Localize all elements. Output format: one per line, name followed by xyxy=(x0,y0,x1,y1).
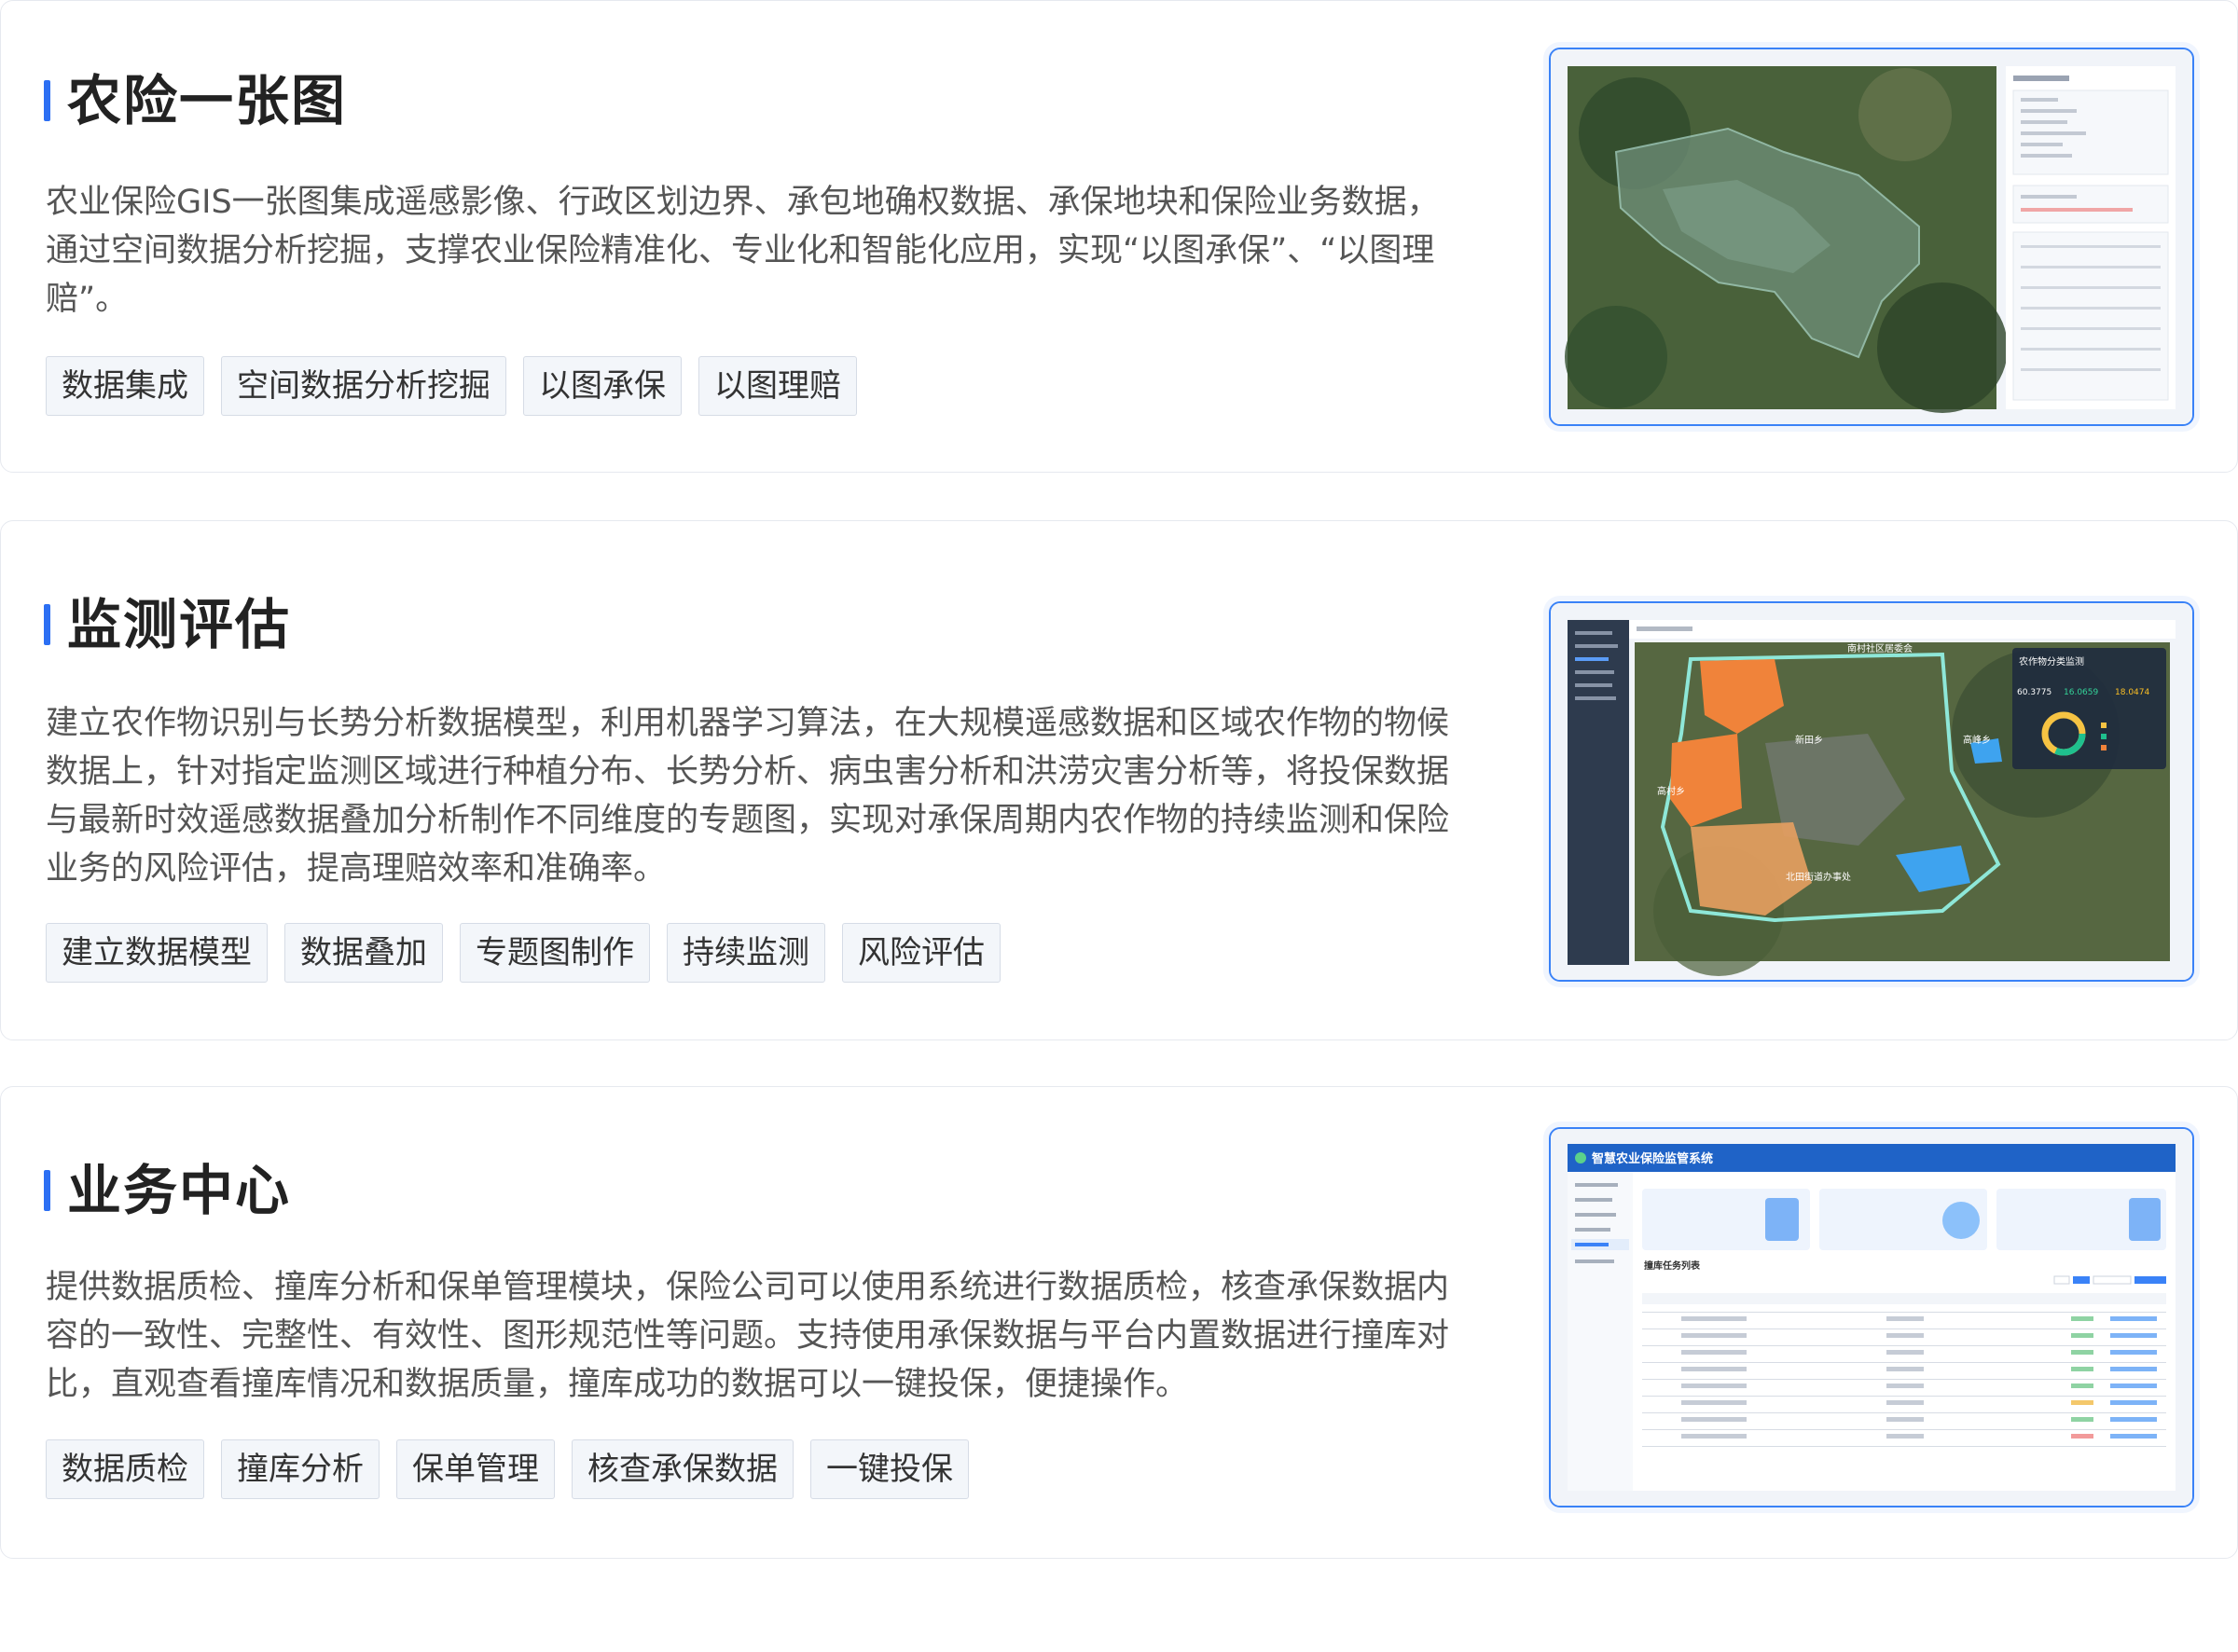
tag-spatial-analysis[interactable]: 空间数据分析挖掘 xyxy=(221,356,506,416)
section-card-monitoring: 监测评估 建立农作物识别与长势分析数据模型，利用机器学习算法，在大规模遥感数据和… xyxy=(0,520,2238,1040)
title-accent-bar xyxy=(44,604,50,645)
tag-thematic-map[interactable]: 专题图制作 xyxy=(460,923,650,983)
section-description: 提供数据质检、撞库分析和保单管理模块，保险公司可以使用系统进行数据质检，核查承保… xyxy=(46,1269,1450,1403)
business-system-preview: 智慧农业保险监管系统 撞库任务列表 xyxy=(1551,1129,2192,1506)
section-title: 农险一张图 xyxy=(44,74,347,128)
map-label-0: 南村社区居委会 xyxy=(1847,642,1913,654)
tag-underwrite-by-map[interactable]: 以图承保 xyxy=(523,356,682,416)
tag-list: 建立数据模型 数据叠加 专题图制作 持续监测 风险评估 xyxy=(46,923,1001,983)
tag-data-integration[interactable]: 数据集成 xyxy=(46,356,204,416)
tag-build-model[interactable]: 建立数据模型 xyxy=(46,923,268,983)
crop-panel-title: 农作物分类监测 xyxy=(2019,655,2084,668)
gis-map-preview xyxy=(1551,49,2192,424)
stat-c: 18.0474 xyxy=(2115,688,2149,697)
title-accent-bar xyxy=(44,1170,50,1211)
system-title: 智慧农业保险监管系统 xyxy=(1592,1151,1713,1166)
monitoring-screenshot: 农作物分类监测 60.3775 16.0659 18.0474 南村社区居委会 … xyxy=(1549,601,2194,982)
tag-data-qc[interactable]: 数据质检 xyxy=(46,1439,204,1499)
title-accent-bar xyxy=(44,80,50,121)
stat-a: 60.3775 xyxy=(2017,688,2052,697)
stat-b: 16.0659 xyxy=(2064,688,2098,697)
monitoring-map-preview: 农作物分类监测 60.3775 16.0659 18.0474 南村社区居委会 … xyxy=(1551,603,2192,980)
tag-list: 数据质检 撞库分析 保单管理 核查承保数据 一键投保 xyxy=(46,1439,969,1499)
map-label-4: 北田街道办事处 xyxy=(1786,871,1851,883)
list-title: 撞库任务列表 xyxy=(1644,1260,1701,1272)
tag-list: 数据集成 空间数据分析挖掘 以图承保 以图理赔 xyxy=(46,356,857,416)
section-card-gis-map: 农险一张图 农业保险GIS一张图集成遥感影像、行政区划边界、承包地确权数据、承保… xyxy=(0,0,2238,473)
section-title-text: 监测评估 xyxy=(67,593,292,656)
section-description: 农业保险GIS一张图集成遥感影像、行政区划边界、承包地确权数据、承保地块和保险业… xyxy=(46,184,1440,318)
map-label-1: 新田乡 xyxy=(1795,734,1823,746)
gis-map-screenshot xyxy=(1549,48,2194,426)
tag-verify-underwriting[interactable]: 核查承保数据 xyxy=(572,1439,794,1499)
tag-one-click-insure[interactable]: 一键投保 xyxy=(810,1439,969,1499)
section-title: 业务中心 xyxy=(44,1163,291,1218)
map-label-3: 高峰乡 xyxy=(1963,734,1991,746)
map-label-2: 高村乡 xyxy=(1657,785,1685,797)
section-title-text: 农险一张图 xyxy=(67,69,348,132)
section-description: 建立农作物识别与长势分析数据模型，利用机器学习算法，在大规模遥感数据和区域农作物… xyxy=(46,705,1450,888)
section-title-text: 业务中心 xyxy=(67,1159,292,1222)
tag-data-overlay[interactable]: 数据叠加 xyxy=(284,923,443,983)
section-card-business: 业务中心 提供数据质检、撞库分析和保单管理模块，保险公司可以使用系统进行数据质检… xyxy=(0,1086,2238,1559)
tag-continuous-monitoring[interactable]: 持续监测 xyxy=(667,923,825,983)
business-screenshot: 智慧农业保险监管系统 撞库任务列表 xyxy=(1549,1127,2194,1507)
tag-collision-analysis[interactable]: 撞库分析 xyxy=(221,1439,380,1499)
tag-risk-assessment[interactable]: 风险评估 xyxy=(842,923,1001,983)
tag-policy-management[interactable]: 保单管理 xyxy=(396,1439,555,1499)
section-title: 监测评估 xyxy=(44,598,291,652)
tag-claims-by-map[interactable]: 以图理赔 xyxy=(698,356,857,416)
